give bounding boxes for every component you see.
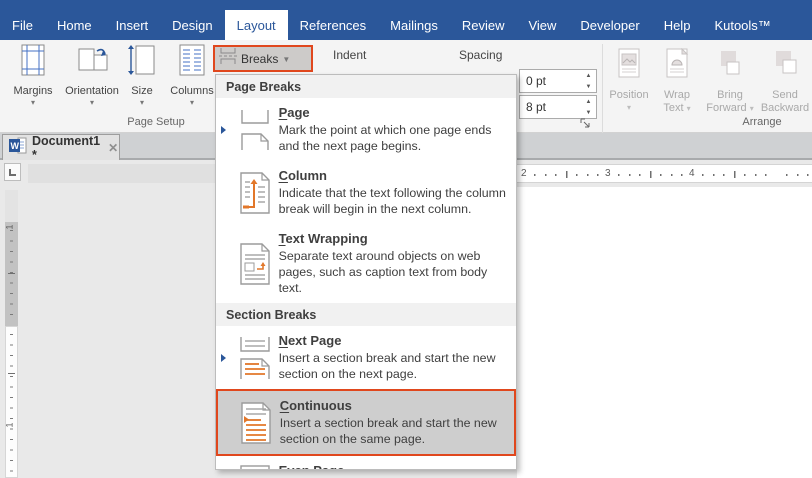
dropdown-caret-icon: ▾ bbox=[31, 99, 35, 107]
bring-forward-button[interactable]: Bring Forward ▾ bbox=[702, 48, 758, 115]
text-wrapping-break-icon bbox=[231, 231, 279, 296]
document-tab-title: Document1 * bbox=[32, 134, 100, 162]
dropdown-caret-icon: ▾ bbox=[687, 104, 691, 113]
arrange-group-label: Arrange bbox=[714, 116, 810, 128]
columns-label: Columns bbox=[170, 85, 213, 97]
page-breaks-section-header: Page Breaks bbox=[216, 75, 516, 98]
tab-mailings[interactable]: Mailings bbox=[378, 10, 450, 40]
svg-text:2: 2 bbox=[252, 469, 258, 471]
menu-item-continuous[interactable]: Continuous Insert a section break and st… bbox=[216, 389, 516, 456]
spinner-arrows-icon[interactable]: ▲▼ bbox=[581, 70, 596, 92]
spacing-before-value: 0 pt bbox=[526, 74, 546, 88]
word-window: File Home Insert Design Layout Reference… bbox=[0, 0, 812, 478]
document-tab[interactable]: W Document1 * ✕ bbox=[2, 134, 120, 160]
columns-icon bbox=[176, 43, 208, 82]
dropdown-caret-icon: ▾ bbox=[750, 104, 754, 113]
menu-item-next-page[interactable]: Next Page Insert a section break and sta… bbox=[216, 326, 516, 389]
wrap-text-icon bbox=[662, 48, 692, 85]
tab-design[interactable]: Design bbox=[160, 10, 224, 40]
spacing-label: Spacing bbox=[459, 48, 502, 62]
continuous-section-break-icon bbox=[233, 398, 280, 447]
indent-label: Indent bbox=[333, 48, 366, 62]
horizontal-ruler-margin bbox=[28, 164, 218, 183]
dropdown-caret-icon: ▾ bbox=[627, 104, 631, 112]
orientation-button[interactable]: Orientation ▾ bbox=[61, 43, 123, 117]
breaks-label: Breaks bbox=[241, 52, 278, 66]
item-marker-icon bbox=[221, 354, 226, 362]
column-break-icon bbox=[231, 168, 279, 217]
bring-forward-label: Bring Forward ▾ bbox=[706, 89, 753, 115]
tab-developer[interactable]: Developer bbox=[568, 10, 651, 40]
size-button[interactable]: Size ▾ bbox=[118, 43, 166, 117]
send-backward-icon bbox=[770, 48, 800, 85]
tab-layout[interactable]: Layout bbox=[225, 10, 288, 40]
size-icon bbox=[127, 43, 157, 82]
margins-button[interactable]: Margins ▾ bbox=[6, 43, 60, 117]
tab-insert[interactable]: Insert bbox=[104, 10, 161, 40]
dropdown-caret-icon: ▼ bbox=[282, 56, 290, 64]
ruler-number: 4 bbox=[689, 168, 695, 179]
position-button[interactable]: Position ▾ bbox=[606, 48, 652, 112]
size-label: Size bbox=[131, 85, 152, 97]
dropdown-caret-icon: ▾ bbox=[190, 99, 194, 107]
spacing-before-spinner[interactable]: 0 pt ▲▼ bbox=[519, 69, 597, 93]
tab-references[interactable]: References bbox=[288, 10, 378, 40]
send-backward-label: Send Backward bbox=[761, 89, 809, 115]
position-label: Position bbox=[609, 89, 648, 102]
document-page[interactable] bbox=[517, 187, 812, 478]
ruler-number: 1 bbox=[5, 422, 15, 427]
ruler-number: 2 bbox=[521, 168, 527, 179]
ruler-number: 1 bbox=[5, 224, 15, 229]
menu-item-column[interactable]: Column Indicate that the text following … bbox=[216, 161, 516, 224]
bring-forward-icon bbox=[715, 48, 745, 85]
word-file-icon: W bbox=[9, 137, 27, 159]
tab-kutools[interactable]: Kutools™ bbox=[702, 10, 782, 40]
tab-review[interactable]: Review bbox=[450, 10, 517, 40]
breaks-button[interactable]: Breaks ▼ bbox=[213, 45, 313, 72]
breaks-dropdown-menu: Page Breaks Page Mark the point at which… bbox=[215, 74, 517, 470]
horizontal-ruler[interactable]: 2 3 4 bbox=[517, 164, 812, 183]
menu-item-page[interactable]: Page Mark the point at which one page en… bbox=[216, 98, 516, 161]
margins-icon bbox=[17, 43, 49, 82]
close-tab-icon[interactable]: ✕ bbox=[108, 141, 118, 155]
tab-file[interactable]: File bbox=[0, 10, 45, 40]
ribbon-tab-bar: File Home Insert Design Layout Reference… bbox=[0, 0, 812, 40]
menu-item-even-page[interactable]: 2 4 Even Page Insert a section break and… bbox=[216, 456, 516, 470]
wrap-text-button[interactable]: Wrap Text ▾ bbox=[653, 48, 701, 115]
even-page-section-break-icon: 2 4 bbox=[231, 463, 279, 470]
vertical-ruler[interactable]: 1 1 bbox=[5, 190, 18, 478]
dropdown-caret-icon: ▾ bbox=[140, 99, 144, 107]
page-break-page-icon bbox=[231, 105, 279, 154]
spinner-arrows-icon[interactable]: ▲▼ bbox=[581, 96, 596, 118]
position-icon bbox=[614, 48, 644, 85]
ruler-number: 3 bbox=[605, 168, 611, 179]
tab-stop-selector[interactable] bbox=[4, 163, 21, 181]
margins-label: Margins bbox=[13, 85, 52, 97]
item-marker-icon bbox=[221, 126, 226, 134]
section-breaks-section-header: Section Breaks bbox=[216, 303, 516, 326]
menu-item-text-wrapping[interactable]: Text Wrapping Separate text around objec… bbox=[216, 224, 516, 303]
next-page-section-break-icon bbox=[231, 333, 279, 382]
columns-button[interactable]: Columns ▾ bbox=[164, 43, 220, 117]
send-backward-button[interactable]: Send Backward bbox=[758, 48, 812, 115]
orientation-icon bbox=[75, 43, 109, 82]
tab-view[interactable]: View bbox=[516, 10, 568, 40]
page-setup-group-label: Page Setup bbox=[110, 116, 202, 128]
left-tab-stop-icon bbox=[9, 169, 16, 176]
orientation-label: Orientation bbox=[65, 85, 119, 97]
spacing-after-value: 8 pt bbox=[526, 100, 546, 114]
page-break-icon bbox=[219, 48, 237, 69]
dropdown-caret-icon: ▾ bbox=[90, 99, 94, 107]
paragraph-dialog-launcher[interactable] bbox=[580, 116, 591, 134]
tab-help[interactable]: Help bbox=[652, 10, 703, 40]
svg-text:W: W bbox=[11, 141, 20, 151]
wrap-text-label: Wrap Text ▾ bbox=[663, 89, 690, 115]
tab-home[interactable]: Home bbox=[45, 10, 104, 40]
